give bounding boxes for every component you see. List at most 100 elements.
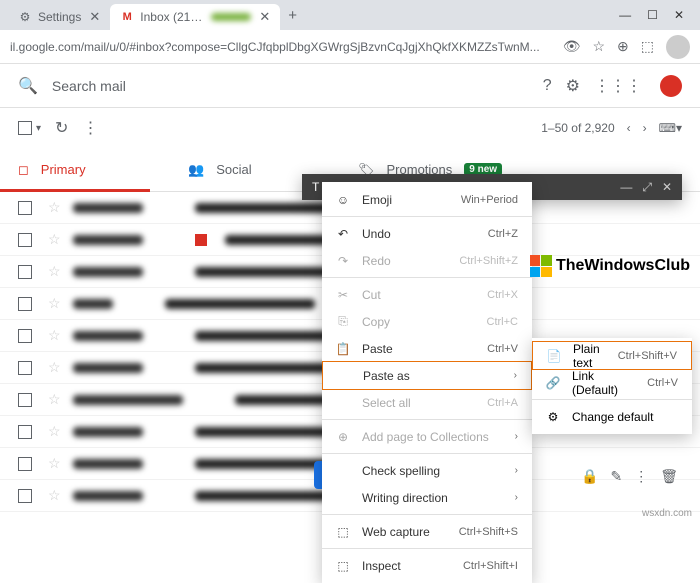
url-text[interactable]: il.google.com/mail/u/0/#inbox?compose=Cl… (10, 40, 553, 54)
minimize-button[interactable]: — (619, 8, 631, 22)
minimize-icon[interactable]: — (620, 180, 632, 195)
tab-label: Social (216, 162, 251, 177)
row-checkbox[interactable] (18, 201, 32, 215)
star-icon[interactable]: ☆ (48, 359, 61, 376)
maximize-button[interactable]: ☐ (647, 8, 658, 22)
mail-action-bar: ▾ ↻ ⋮ 1–50 of 2,920 ‹ › ⌨▾ (0, 108, 700, 148)
watermark-text: TheWindowsClub (556, 257, 690, 275)
row-checkbox[interactable] (18, 361, 32, 375)
menu-collections: ⊕Add page to Collections› (322, 423, 532, 450)
expand-icon[interactable]: ⤢ (642, 180, 652, 195)
close-icon[interactable]: ✕ (662, 180, 672, 195)
profile-avatar[interactable] (666, 35, 690, 59)
menu-copy: ⎘CopyCtrl+C (322, 308, 532, 335)
support-icon[interactable]: ? (543, 77, 552, 95)
favorite-icon[interactable]: ☆ (592, 38, 605, 55)
new-tab-button[interactable]: + (288, 7, 297, 24)
close-button[interactable]: ✕ (674, 8, 684, 22)
chevron-right-icon: › (514, 370, 517, 381)
search-icon[interactable]: 🔍 (18, 76, 38, 96)
chevron-right-icon: › (515, 492, 518, 503)
tab-label: Settings (38, 10, 81, 24)
tab-primary[interactable]: ◻ Primary (0, 148, 170, 191)
star-icon[interactable]: ☆ (48, 391, 61, 408)
extensions-icon[interactable]: ⬚ (641, 38, 654, 55)
compose-toolbar: 🔒 ✎ ⋮ 🗑 (581, 468, 678, 485)
tab-label: Primary (41, 162, 86, 177)
input-tools-icon[interactable]: ⌨▾ (659, 121, 682, 135)
row-checkbox[interactable] (18, 265, 32, 279)
menu-redo: ↷RedoCtrl+Shift+Z (322, 247, 532, 274)
submenu-link[interactable]: 🔗Link (Default)Ctrl+V (532, 369, 692, 396)
menu-undo[interactable]: ↶UndoCtrl+Z (322, 220, 532, 247)
menu-emoji[interactable]: ☺EmojiWin+Period (322, 186, 532, 213)
star-icon[interactable]: ☆ (48, 327, 61, 344)
close-icon[interactable]: ✕ (259, 9, 270, 25)
close-icon[interactable]: ✕ (89, 9, 100, 25)
browser-titlebar: ⚙ Settings ✕ M Inbox (217) - ✕ + — ☐ ✕ (0, 0, 700, 30)
collections-icon[interactable]: ⊕ (617, 38, 629, 55)
chevron-right-icon: › (515, 431, 518, 442)
row-checkbox[interactable] (18, 297, 32, 311)
prev-page-button[interactable]: ‹ (627, 121, 631, 135)
star-icon[interactable]: ☆ (48, 199, 61, 216)
window-controls: — ☐ ✕ (619, 8, 692, 22)
menu-web-capture[interactable]: ⬚Web captureCtrl+Shift+S (322, 518, 532, 545)
chevron-right-icon: › (515, 465, 518, 476)
redo-icon: ↷ (336, 254, 350, 268)
search-input[interactable]: Search mail (52, 78, 543, 94)
undo-icon: ↶ (336, 227, 350, 241)
site-watermark: wsxdn.com (642, 508, 692, 519)
star-icon[interactable]: ☆ (48, 487, 61, 504)
row-checkbox[interactable] (18, 329, 32, 343)
star-icon[interactable]: ☆ (48, 423, 61, 440)
star-icon[interactable]: ☆ (48, 231, 61, 248)
refresh-button[interactable]: ↻ (55, 118, 68, 138)
row-checkbox[interactable] (18, 457, 32, 471)
menu-check-spelling[interactable]: Check spelling› (322, 457, 532, 484)
more-button[interactable]: ⋮ (82, 118, 98, 138)
submenu-plain-text[interactable]: 📄Plain textCtrl+Shift+V (532, 341, 692, 370)
browser-tab-settings[interactable]: ⚙ Settings ✕ (8, 4, 110, 30)
settings-icon[interactable]: ⚙ (566, 76, 580, 96)
chevron-down-icon[interactable]: ▾ (36, 123, 41, 134)
paste-icon: 📋 (336, 342, 350, 356)
gmail-toolbar: 🔍 Search mail ? ⚙ ⋮⋮⋮ (0, 64, 700, 108)
delete-icon[interactable]: 🗑 (660, 468, 678, 485)
browser-tab-inbox[interactable]: M Inbox (217) - ✕ (110, 4, 280, 30)
copy-icon: ⎘ (336, 314, 350, 329)
apps-icon[interactable]: ⋮⋮⋮ (594, 76, 642, 96)
submenu-change-default[interactable]: ⚙Change default (532, 403, 692, 430)
inspect-icon: ⬚ (336, 559, 350, 573)
paste-as-submenu: 📄Plain textCtrl+Shift+V 🔗Link (Default)C… (532, 338, 692, 434)
star-icon[interactable]: ☆ (48, 455, 61, 472)
pen-icon[interactable]: ✎ (610, 468, 622, 485)
menu-inspect[interactable]: ⬚InspectCtrl+Shift+I (322, 552, 532, 579)
text-icon: 📄 (547, 349, 561, 363)
select-all-checkbox[interactable] (18, 121, 32, 135)
next-page-button[interactable]: › (643, 121, 647, 135)
send-button[interactable] (314, 461, 322, 489)
address-bar: il.google.com/mail/u/0/#inbox?compose=Cl… (0, 30, 700, 64)
row-checkbox[interactable] (18, 425, 32, 439)
people-icon: 👥 (188, 162, 204, 178)
menu-select-all: Select allCtrl+A (322, 389, 532, 416)
menu-writing-direction[interactable]: Writing direction› (322, 484, 532, 511)
menu-cut: ✂CutCtrl+X (322, 281, 532, 308)
windows-logo-icon (530, 255, 552, 277)
row-checkbox[interactable] (18, 489, 32, 503)
menu-paste[interactable]: 📋PasteCtrl+V (322, 335, 532, 362)
read-aloud-icon[interactable]: 👁 (563, 38, 581, 55)
more-icon[interactable]: ⋮ (634, 468, 648, 485)
star-icon[interactable]: ☆ (48, 295, 61, 312)
lock-icon[interactable]: 🔒 (581, 468, 598, 485)
row-checkbox[interactable] (18, 393, 32, 407)
cut-icon: ✂ (336, 288, 350, 302)
star-icon[interactable]: ☆ (48, 263, 61, 280)
row-checkbox[interactable] (18, 233, 32, 247)
pager-text: 1–50 of 2,920 (541, 121, 614, 135)
account-avatar[interactable] (660, 75, 682, 97)
watermark-logo: TheWindowsClub (530, 255, 690, 277)
menu-paste-as[interactable]: Paste as› (322, 361, 532, 390)
link-icon: 🔗 (546, 376, 560, 390)
